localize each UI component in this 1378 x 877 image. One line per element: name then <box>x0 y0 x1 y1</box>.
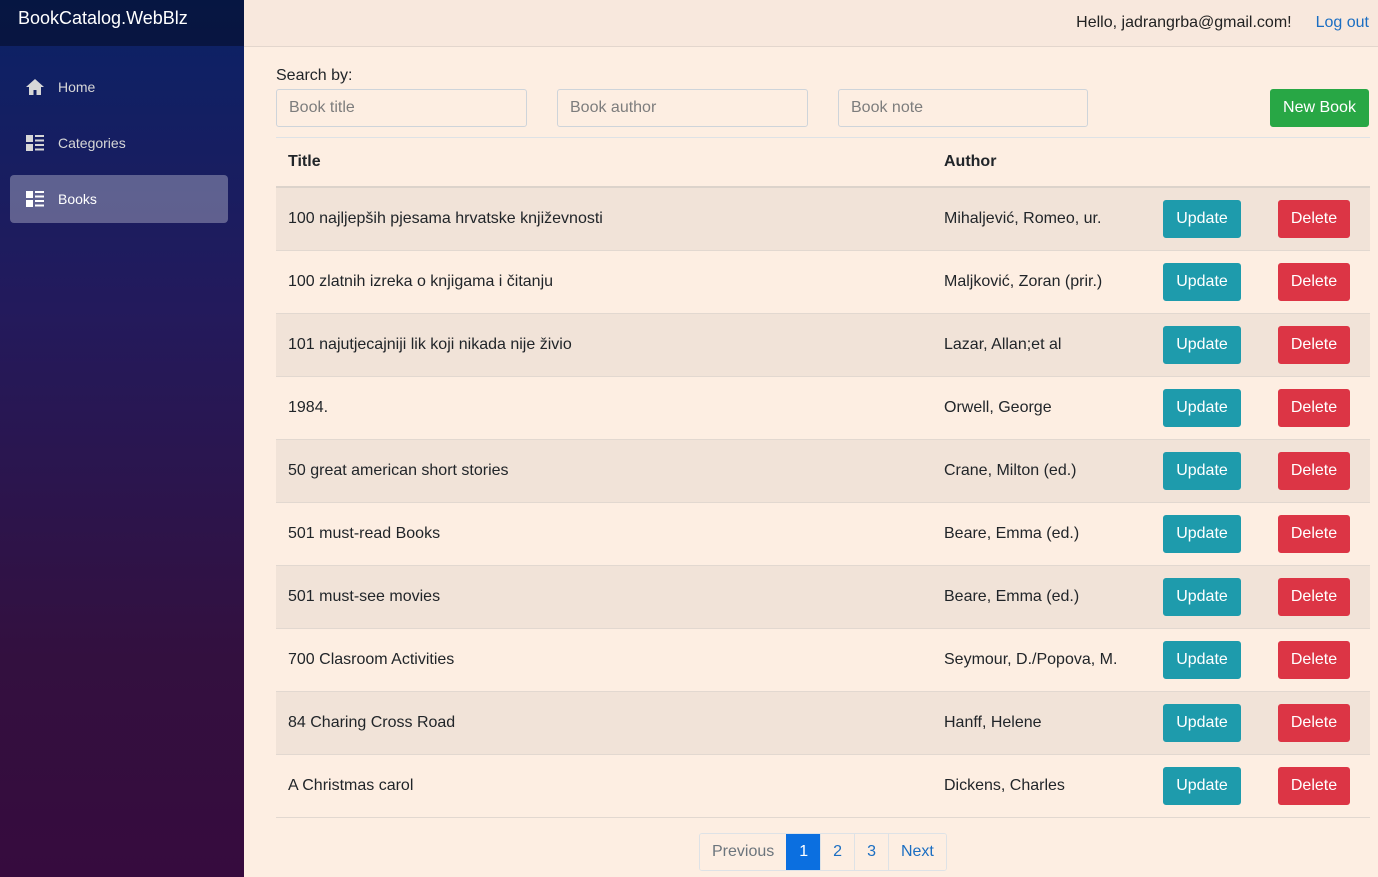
table-header: Title Author <box>276 138 1370 188</box>
list-icon <box>25 134 45 152</box>
delete-button[interactable]: Delete <box>1278 389 1350 427</box>
delete-button[interactable]: Delete <box>1278 452 1350 490</box>
sidebar-item-home[interactable]: Home <box>10 63 228 111</box>
delete-button[interactable]: Delete <box>1278 200 1350 238</box>
new-book-button[interactable]: New Book <box>1270 89 1369 127</box>
update-button[interactable]: Update <box>1163 515 1241 553</box>
sidebar-item-label: Books <box>58 191 97 207</box>
table-row: 501 must-read Books Beare, Emma (ed.) Upda… <box>276 503 1370 566</box>
home-icon <box>25 78 45 96</box>
delete-button[interactable]: Delete <box>1278 704 1350 742</box>
table-row: 100 najljepših pjesama hrvatske književn… <box>276 188 1370 251</box>
book-author-cell: Mihaljević, Romeo, ur. <box>944 210 1102 227</box>
book-author-search-input[interactable] <box>557 89 808 127</box>
book-title-search-input[interactable] <box>276 89 527 127</box>
delete-button[interactable]: Delete <box>1278 326 1350 364</box>
update-button[interactable]: Update <box>1163 452 1241 490</box>
column-header-author: Author <box>944 153 997 170</box>
book-author-cell: Maljković, Zoran (prir.) <box>944 273 1103 290</box>
book-title-cell: A Christmas carol <box>288 777 414 794</box>
book-title-cell: 501 must-see movies <box>288 588 441 605</box>
table-row: A Christmas carol Dickens, Charles Update D… <box>276 755 1370 818</box>
update-button[interactable]: Update <box>1163 263 1241 301</box>
book-author-cell: Orwell, George <box>944 399 1052 416</box>
list-icon <box>25 190 45 208</box>
book-title-cell: 1984. <box>288 399 329 416</box>
page-2-button[interactable]: 2 <box>820 834 855 870</box>
table-row: 50 great american short stories Crane, Mi… <box>276 440 1370 503</box>
update-button[interactable]: Update <box>1163 767 1241 805</box>
book-title-cell: 101 najutjecajniji lik koji nikada nije … <box>288 336 572 353</box>
delete-button[interactable]: Delete <box>1278 641 1350 679</box>
book-author-cell: Lazar, Allan;et al <box>944 336 1062 353</box>
table-row: 1984. Orwell, George Update Delete <box>276 377 1370 440</box>
update-button[interactable]: Update <box>1163 578 1241 616</box>
book-author-cell: Seymour, D./Popova, M. <box>944 651 1118 668</box>
sidebar: BookCatalog.WebBlz Home Categories Books <box>0 0 244 877</box>
pagination: Previous 1 2 3 Next <box>699 833 947 871</box>
update-button[interactable]: Update <box>1163 641 1241 679</box>
sidebar-nav: Home Categories Books <box>0 46 244 223</box>
book-title-cell: 100 zlatnih izreka o knjigama i čitanju <box>288 273 554 290</box>
books-table: Title Author 100 najljepših pjesama hrva… <box>276 137 1370 818</box>
delete-button[interactable]: Delete <box>1278 578 1350 616</box>
delete-button[interactable]: Delete <box>1278 767 1350 805</box>
book-author-cell: Hanff, Helene <box>944 714 1042 731</box>
book-title-cell: 700 Clasroom Activities <box>288 651 455 668</box>
book-title-cell: 501 must-read Books <box>288 525 441 542</box>
book-title-cell: 100 najljepših pjesama hrvatske književn… <box>288 210 603 227</box>
sidebar-item-categories[interactable]: Categories <box>10 119 228 167</box>
logout-link[interactable]: Log out <box>1316 14 1369 32</box>
book-title-cell: 84 Charing Cross Road <box>288 714 456 731</box>
sidebar-item-label: Home <box>58 79 96 95</box>
page-3-button[interactable]: 3 <box>854 834 888 870</box>
update-button[interactable]: Update <box>1163 200 1241 238</box>
delete-button[interactable]: Delete <box>1278 263 1350 301</box>
column-header-title: Title <box>288 153 321 170</box>
top-bar: Hello, jadrangrba@gmail.com! Log out <box>244 0 1378 47</box>
table-row: 84 Charing Cross Road Hanff, Helene Update… <box>276 692 1370 755</box>
table-row: 700 Clasroom Activities Seymour, D./Popov… <box>276 629 1370 692</box>
sidebar-item-books[interactable]: Books <box>10 175 228 223</box>
previous-page-button[interactable]: Previous <box>700 834 787 870</box>
table-row: 100 zlatnih izreka o knjigama i čitanju M… <box>276 251 1370 314</box>
update-button[interactable]: Update <box>1163 326 1241 364</box>
update-button[interactable]: Update <box>1163 704 1241 742</box>
book-author-cell: Beare, Emma (ed.) <box>944 525 1080 542</box>
delete-button[interactable]: Delete <box>1278 515 1350 553</box>
page-1-button[interactable]: 1 <box>786 834 821 870</box>
table-row: 501 must-see movies Beare, Emma (ed.) Upda… <box>276 566 1370 629</box>
sidebar-item-label: Categories <box>58 135 126 151</box>
book-author-cell: Dickens, Charles <box>944 777 1065 794</box>
book-author-cell: Crane, Milton (ed.) <box>944 462 1077 479</box>
update-button[interactable]: Update <box>1163 389 1241 427</box>
table-row: 101 najutjecajniji lik koji nikada nije … <box>276 314 1370 377</box>
user-greeting: Hello, jadrangrba@gmail.com! <box>1076 14 1292 31</box>
book-note-search-input[interactable] <box>838 89 1088 127</box>
app-brand[interactable]: BookCatalog.WebBlz <box>0 0 244 46</box>
next-page-button[interactable]: Next <box>887 834 946 870</box>
book-title-cell: 50 great american short stories <box>288 462 509 479</box>
book-author-cell: Beare, Emma (ed.) <box>944 588 1080 605</box>
search-label: Search by: <box>276 67 353 84</box>
table-body: 100 najljepših pjesama hrvatske književn… <box>276 188 1370 818</box>
